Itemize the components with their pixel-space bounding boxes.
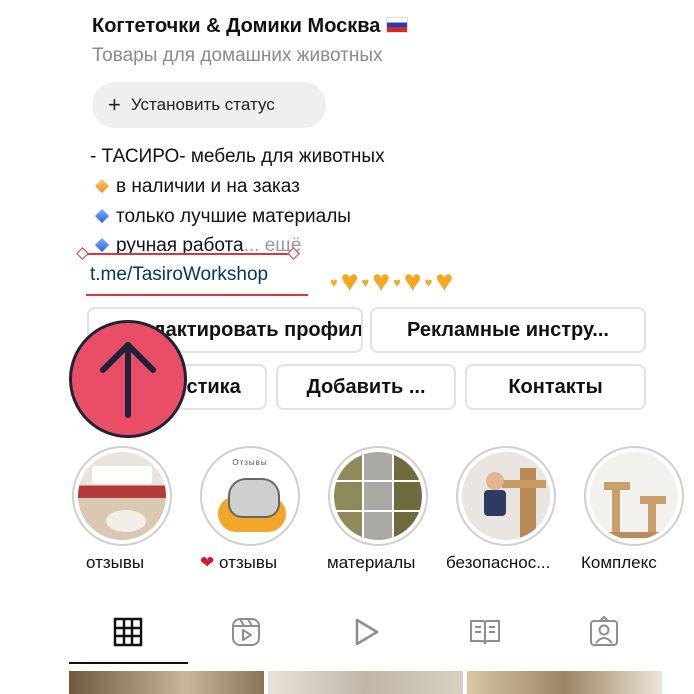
- highlight-ring: [584, 446, 684, 546]
- heart-icon: ♥: [424, 274, 433, 290]
- highlight-safety[interactable]: [456, 446, 556, 546]
- profile-name-text: Когтеточки & Домики Москва: [92, 15, 381, 37]
- highlight-reviews-1[interactable]: [72, 446, 172, 546]
- profile-category: Товары для домашних животных: [92, 45, 383, 66]
- heart-icon: ♥: [403, 265, 422, 298]
- highlight-label-text: отзывы: [218, 553, 278, 572]
- highlight-reviews-2[interactable]: Отзывы: [200, 446, 300, 546]
- post-thumbnail[interactable]: [268, 671, 463, 694]
- contacts-button[interactable]: Контакты: [465, 364, 646, 410]
- bio-line-3: только лучшие материалы: [90, 206, 351, 228]
- highlight-ring: Отзывы: [200, 446, 300, 546]
- guide-icon: [470, 620, 500, 645]
- heart-icon: ♥: [435, 265, 454, 298]
- tab-guides[interactable]: [467, 614, 503, 650]
- highlight-materials[interactable]: [328, 446, 428, 546]
- play-icon: [355, 618, 379, 646]
- ad-tools-label: Рекламные инстру...: [407, 318, 609, 341]
- heart-icon: ♥: [393, 274, 401, 290]
- post-thumbnail[interactable]: [69, 671, 264, 694]
- highlight-ring: [328, 446, 428, 546]
- russia-flag-icon: [386, 17, 409, 33]
- grid-icon: [113, 617, 143, 647]
- highlight-complex[interactable]: [584, 446, 684, 546]
- tagged-icon: [590, 616, 618, 646]
- active-tab-indicator: [69, 662, 188, 664]
- cat-tree-set-icon: [590, 452, 678, 540]
- bio-line-1: - ТАСИРО- мебель для животных: [90, 146, 385, 167]
- child-with-cat-tree-icon: [462, 452, 550, 540]
- materials-grid-icon: [334, 452, 422, 540]
- heart-icon: ♥: [340, 265, 359, 298]
- bio-line-2-text: в наличии и на заказ: [116, 176, 300, 197]
- set-status-label: Установить статус: [130, 95, 275, 114]
- blue-diamond-icon: [94, 237, 110, 253]
- bio-line-2: в наличии и на заказ: [90, 176, 300, 198]
- blue-diamond-icon: [94, 208, 110, 224]
- cover-text: Отзывы: [232, 458, 268, 467]
- heart-icon: ♥: [361, 274, 370, 290]
- post-thumbnail[interactable]: [467, 671, 662, 694]
- set-status-button[interactable]: + Установить статус: [92, 82, 326, 128]
- highlight-label: безопаснос...: [446, 553, 551, 572]
- contacts-label: Контакты: [508, 375, 603, 398]
- highlight-label: отзывы: [86, 553, 145, 572]
- link-red-underline: [86, 294, 308, 296]
- tab-video[interactable]: [348, 614, 384, 650]
- scroll-up-overlay[interactable]: [69, 320, 187, 438]
- review-screenshot-icon: [78, 452, 166, 540]
- plus-icon: +: [108, 92, 121, 117]
- ad-tools-button[interactable]: Рекламные инстру...: [370, 307, 646, 353]
- highlight-label-2: ❤ отзывы: [200, 553, 277, 573]
- pusheen-cat-icon: Отзывы: [206, 452, 294, 540]
- tab-reels[interactable]: [228, 614, 264, 650]
- hearts-decoration: ♥ ♥ ♥ ♥ ♥ ♥ ♥ ♥: [328, 266, 454, 298]
- orange-diamond-icon: [94, 178, 110, 194]
- highlight-label: Комплекс: [581, 553, 657, 572]
- heart-icon: ♥: [330, 274, 338, 290]
- profile-name: Когтеточки & Домики Москва: [92, 15, 409, 38]
- highlight-ring: [72, 446, 172, 546]
- bio-line-3-text: только лучшие материалы: [116, 206, 351, 227]
- add-button[interactable]: Добавить ...: [276, 364, 456, 410]
- heart-icon: ♥: [372, 265, 391, 298]
- tab-tagged[interactable]: [586, 614, 622, 650]
- selection-line: [83, 253, 295, 255]
- highlight-ring: [456, 446, 556, 546]
- arrow-up-icon: [100, 342, 156, 418]
- highlight-label: материалы: [327, 553, 416, 572]
- tab-grid[interactable]: [110, 614, 146, 650]
- red-heart-icon: ❤: [200, 553, 215, 572]
- selection-handle-left: [76, 247, 89, 260]
- add-label: Добавить ...: [306, 375, 426, 398]
- profile-link[interactable]: t.me/TasiroWorkshop: [90, 264, 268, 286]
- reels-icon: [232, 618, 260, 646]
